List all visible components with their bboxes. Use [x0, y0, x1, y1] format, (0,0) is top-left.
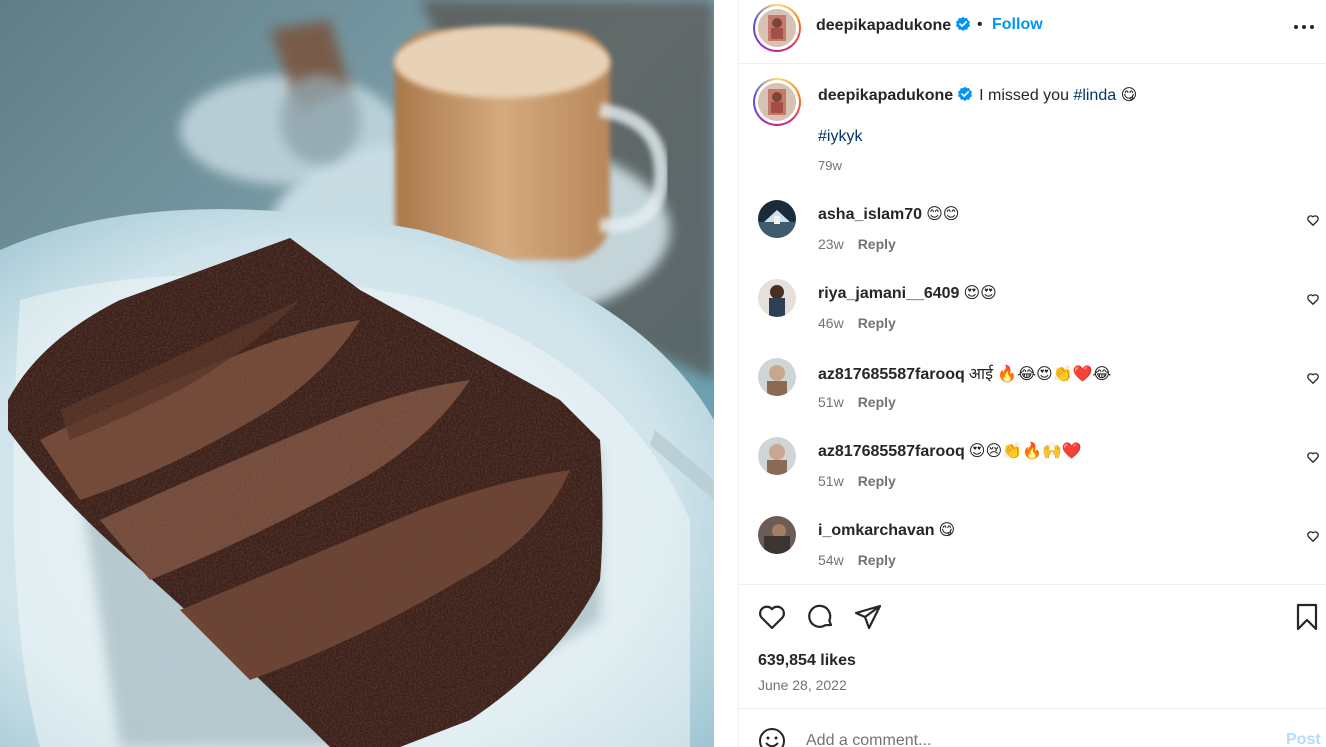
comment-meta: 51w Reply [818, 473, 896, 489]
caption-line: deepikapadukone I missed you #linda 😋 [818, 85, 1137, 105]
reply-button[interactable]: Reply [858, 552, 896, 568]
verified-badge-icon [958, 86, 973, 101]
comment-line: asha_islam70 😊😊 [818, 204, 959, 224]
caption-timestamp[interactable]: 79w [818, 158, 842, 173]
add-comment-bar: Post [739, 710, 1326, 747]
avatar-picture [758, 83, 796, 121]
comment-username[interactable]: asha_islam70 [818, 206, 922, 223]
avatar-picture [758, 437, 796, 475]
comment-line: i_omkarchavan 😋 [818, 520, 955, 540]
comment-like-heart-icon[interactable] [1306, 450, 1320, 464]
commenter-avatar[interactable] [758, 279, 796, 317]
comment-item: riya_jamani__6409 😍😍 46w Reply [739, 263, 1326, 342]
comment-item: asha_islam70 😊😊 23w Reply [739, 184, 1326, 263]
panel-divider [714, 0, 739, 747]
hashtag-link[interactable]: #linda [1073, 87, 1116, 104]
reply-button[interactable]: Reply [858, 394, 896, 410]
post-date[interactable]: June 28, 2022 [758, 677, 847, 693]
post-image[interactable] [0, 0, 714, 747]
comment-timestamp[interactable]: 23w [818, 236, 844, 252]
comment-text: 😊😊 [926, 206, 960, 223]
comment-like-heart-icon[interactable] [1306, 292, 1320, 306]
post-side-panel: deepikapadukone • Follow deepikapadukone… [739, 0, 1326, 747]
caption-avatar[interactable] [753, 78, 801, 126]
comment-line: az817685587farooq 😍😢👏🔥🙌❤️ [818, 441, 1082, 461]
comment-item: i_omkarchavan 😋 54w Reply [739, 500, 1326, 579]
save-bookmark-icon[interactable] [1292, 602, 1322, 632]
commenter-avatar[interactable] [758, 516, 796, 554]
avatar-picture [758, 358, 796, 396]
more-options-icon[interactable] [1291, 15, 1317, 39]
post-actions: 639,854 likes June 28, 2022 [739, 584, 1326, 709]
comment-like-heart-icon[interactable] [1306, 213, 1320, 227]
post-comment-button[interactable]: Post [1286, 731, 1321, 747]
comments-list[interactable]: asha_islam70 😊😊 23w Reply riya_jamani__640… [739, 184, 1326, 584]
share-send-icon[interactable] [853, 602, 883, 632]
comment-meta: 54w Reply [818, 552, 896, 568]
post-header: deepikapadukone • Follow [739, 0, 1326, 64]
likes-count[interactable]: 639,854 likes [758, 652, 856, 670]
caption-emoji: 😋 [1120, 87, 1138, 104]
emoji-smiley-icon[interactable] [758, 727, 786, 747]
verified-badge-icon [956, 16, 971, 31]
reply-button[interactable]: Reply [858, 236, 896, 252]
comment-meta: 51w Reply [818, 394, 896, 410]
comment-meta: 46w Reply [818, 315, 896, 331]
reply-button[interactable]: Reply [858, 315, 896, 331]
comment-username[interactable]: i_omkarchavan [818, 522, 935, 539]
comment-text: 😍😢👏🔥🙌❤️ [968, 443, 1082, 460]
comment-timestamp[interactable]: 46w [818, 315, 844, 331]
comment-username[interactable]: riya_jamani__6409 [818, 285, 959, 302]
commenter-avatar[interactable] [758, 200, 796, 238]
comment-input[interactable] [806, 729, 1236, 747]
header-separator: • [977, 16, 983, 33]
author-username-text[interactable]: deepikapadukone [816, 17, 951, 34]
author-avatar[interactable] [753, 4, 801, 52]
comment-timestamp[interactable]: 54w [818, 552, 844, 568]
comment-item: az817685587farooq आई 🔥😂😍👏❤️😂 51w Reply [739, 342, 1326, 421]
post-caption: deepikapadukone I missed you #linda 😋 #iy… [739, 64, 1326, 184]
avatar-picture [758, 9, 796, 47]
comment-line: riya_jamani__6409 😍😍 [818, 283, 997, 303]
comment-item: az817685587farooq 😍😢👏🔥🙌❤️ 51w Reply [739, 421, 1326, 500]
comment-bubble-icon[interactable] [805, 602, 835, 632]
like-heart-icon[interactable] [757, 602, 787, 632]
author-username[interactable]: deepikapadukone [816, 16, 971, 35]
follow-button[interactable]: Follow [992, 16, 1043, 34]
caption-username[interactable]: deepikapadukone [818, 87, 953, 104]
comment-username[interactable]: az817685587farooq [818, 443, 965, 460]
hashtag-link[interactable]: #iykyk [818, 128, 862, 146]
commenter-avatar[interactable] [758, 358, 796, 396]
comment-timestamp[interactable]: 51w [818, 394, 844, 410]
reply-button[interactable]: Reply [858, 473, 896, 489]
cake-photo [0, 0, 714, 747]
comment-like-heart-icon[interactable] [1306, 529, 1320, 543]
commenter-avatar[interactable] [758, 437, 796, 475]
comment-like-heart-icon[interactable] [1306, 371, 1320, 385]
comment-line: az817685587farooq आई 🔥😂😍👏❤️😂 [818, 362, 1111, 384]
comment-timestamp[interactable]: 51w [818, 473, 844, 489]
avatar-picture [758, 516, 796, 554]
comment-text: आई 🔥😂😍👏❤️😂 [968, 366, 1112, 383]
avatar-picture [758, 279, 796, 317]
comment-text: 😍😍 [963, 285, 997, 302]
comment-username[interactable]: az817685587farooq [818, 366, 965, 383]
comment-text: 😋 [938, 522, 956, 539]
comment-meta: 23w Reply [818, 236, 896, 252]
avatar-picture [758, 200, 796, 238]
caption-text: I missed you [979, 87, 1069, 104]
